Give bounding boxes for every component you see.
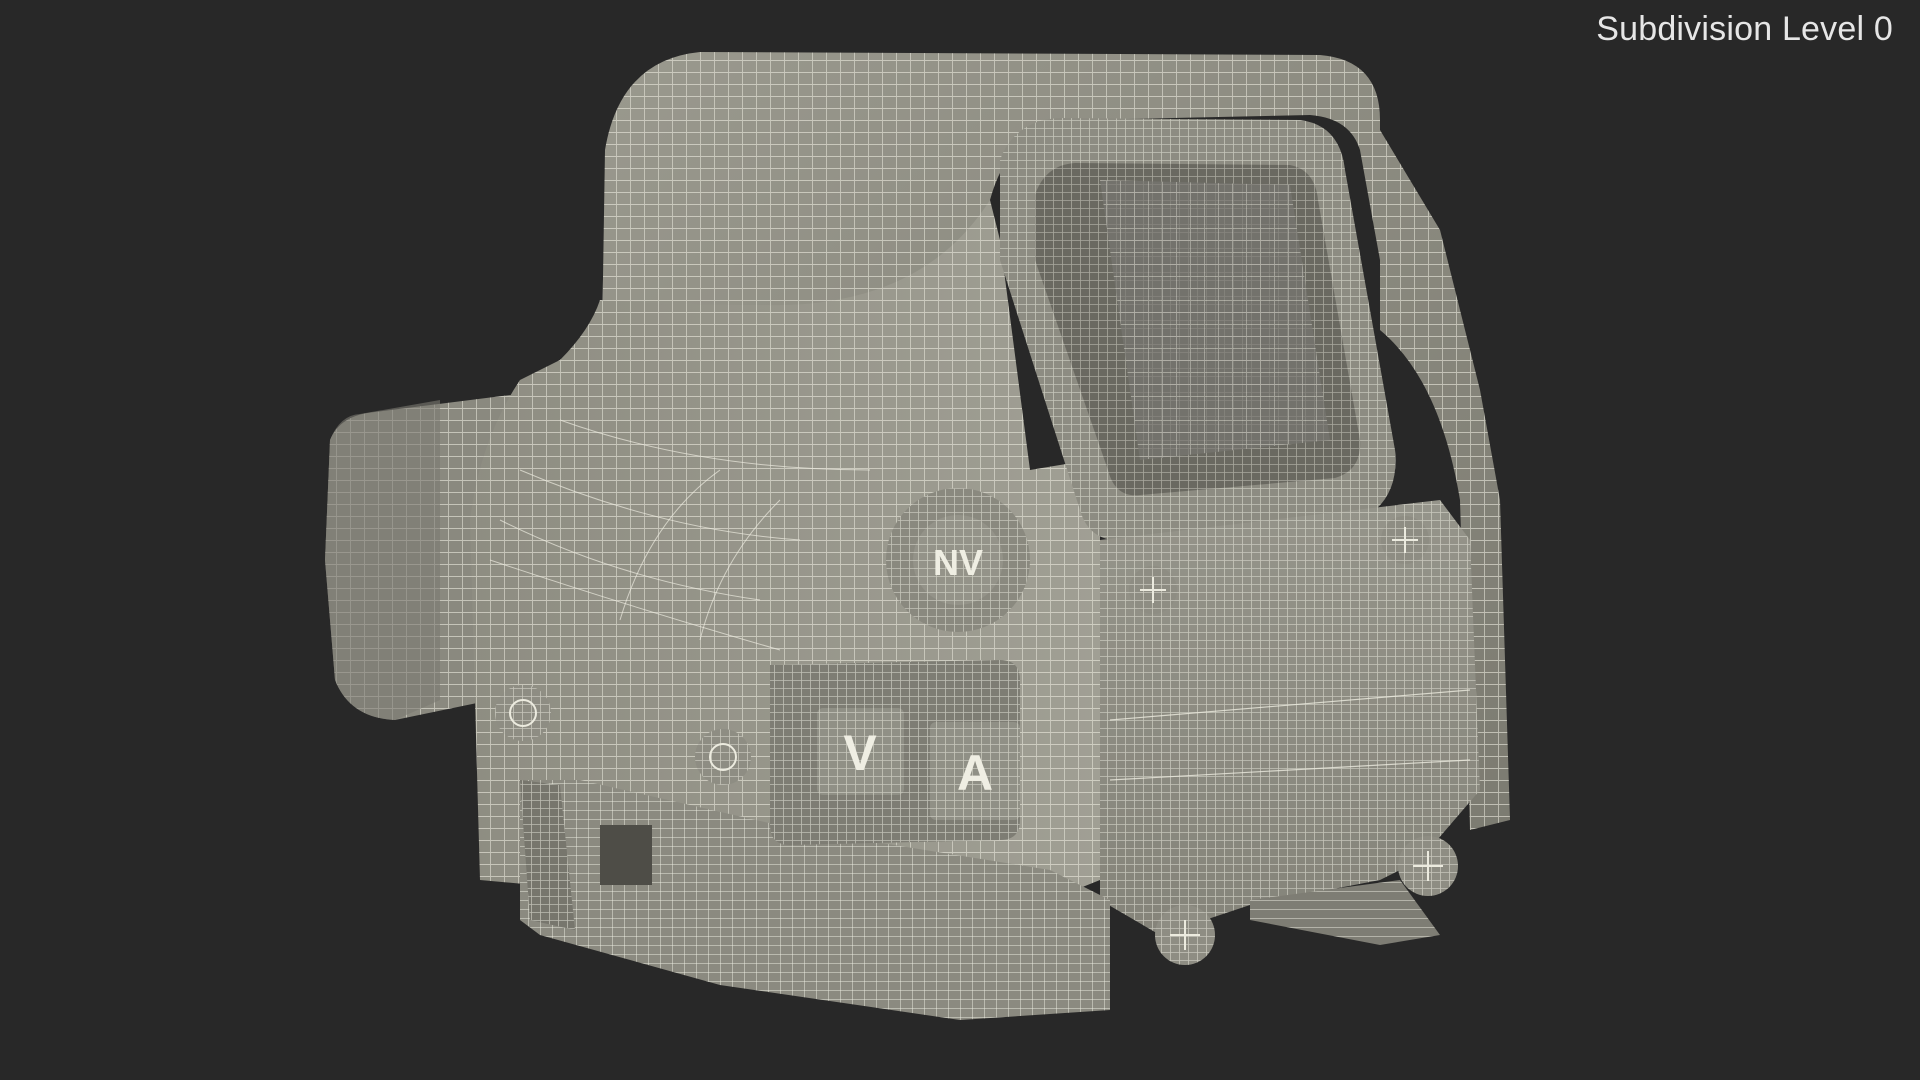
screw-6	[1398, 836, 1458, 896]
screw-1	[495, 685, 551, 741]
adjust-buttons: V A	[770, 660, 1020, 845]
model-render: NV V A	[325, 52, 1510, 1020]
screw-4	[1381, 516, 1429, 564]
3d-viewport[interactable]: NV V A Subdivision Level 0	[0, 0, 1920, 1080]
down-button-glyph: V	[843, 725, 877, 781]
screw-3	[1129, 566, 1177, 614]
screw-2	[695, 729, 751, 785]
nv-button-glyph: NV	[933, 542, 983, 583]
screw-5	[1155, 905, 1215, 965]
nv-button: NV	[886, 488, 1030, 632]
subdivision-level-label: Subdivision Level 0	[1596, 10, 1893, 48]
up-button-glyph: A	[957, 745, 993, 801]
